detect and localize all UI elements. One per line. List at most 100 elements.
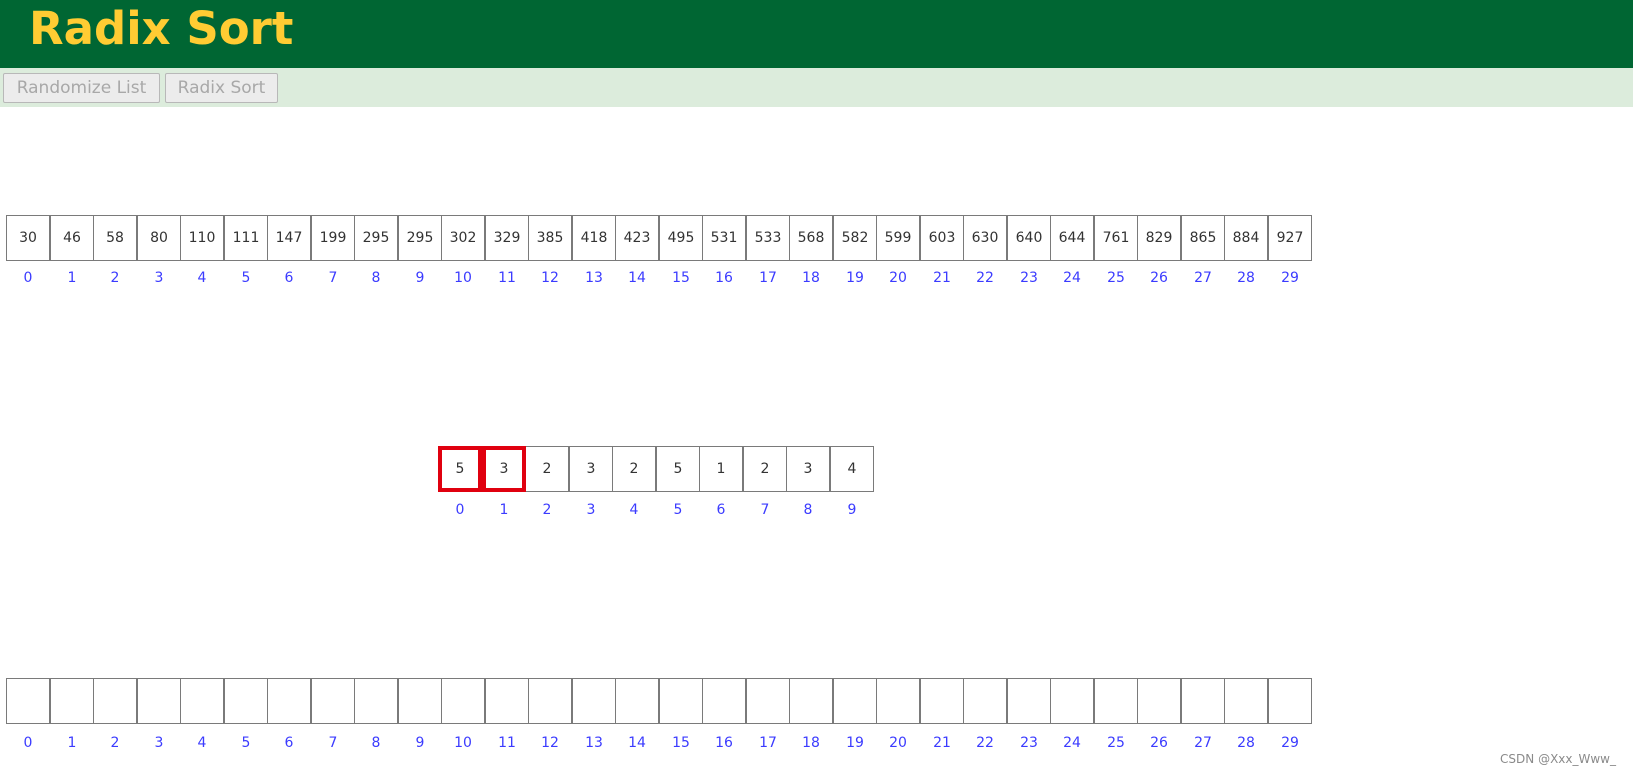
index-label: 6 bbox=[699, 502, 743, 518]
index-label: 22 bbox=[963, 270, 1007, 286]
index-label: 17 bbox=[746, 270, 790, 286]
index-label: 9 bbox=[398, 270, 442, 286]
output-cell bbox=[485, 678, 529, 724]
list-cell: 110 bbox=[180, 215, 224, 261]
list-cell: 533 bbox=[746, 215, 790, 261]
index-label: 1 bbox=[482, 502, 526, 518]
randomize-list-button[interactable]: Randomize List bbox=[3, 73, 160, 103]
index-label: 29 bbox=[1268, 270, 1312, 286]
output-cell bbox=[93, 678, 137, 724]
index-label: 25 bbox=[1094, 270, 1138, 286]
output-cell bbox=[789, 678, 833, 724]
output-cell bbox=[441, 678, 485, 724]
output-cell bbox=[1137, 678, 1181, 724]
index-label: 0 bbox=[6, 270, 50, 286]
index-label: 19 bbox=[833, 735, 877, 751]
index-label: 23 bbox=[1007, 735, 1051, 751]
list-cell: 865 bbox=[1181, 215, 1225, 261]
index-label: 26 bbox=[1137, 735, 1181, 751]
index-label: 5 bbox=[224, 270, 268, 286]
output-cell bbox=[398, 678, 442, 724]
index-label: 1 bbox=[50, 735, 94, 751]
list-cell: 884 bbox=[1224, 215, 1268, 261]
index-label: 18 bbox=[789, 735, 833, 751]
list-cell: 111 bbox=[224, 215, 268, 261]
count-cell: 2 bbox=[525, 446, 569, 492]
list-cell: 295 bbox=[354, 215, 398, 261]
list-cell: 418 bbox=[572, 215, 616, 261]
index-label: 14 bbox=[615, 270, 659, 286]
index-label: 2 bbox=[93, 735, 137, 751]
index-label: 12 bbox=[528, 735, 572, 751]
output-cell bbox=[354, 678, 398, 724]
index-label: 23 bbox=[1007, 270, 1051, 286]
count-cell: 3 bbox=[482, 446, 526, 492]
count-cell: 3 bbox=[569, 446, 613, 492]
index-label: 21 bbox=[920, 735, 964, 751]
index-label: 8 bbox=[786, 502, 830, 518]
list-cell: 58 bbox=[93, 215, 137, 261]
output-cell bbox=[833, 678, 877, 724]
index-label: 15 bbox=[659, 270, 703, 286]
index-label: 3 bbox=[569, 502, 613, 518]
list-cell: 630 bbox=[963, 215, 1007, 261]
index-label: 5 bbox=[656, 502, 700, 518]
index-label: 22 bbox=[963, 735, 1007, 751]
list-cell: 30 bbox=[6, 215, 50, 261]
list-cell: 582 bbox=[833, 215, 877, 261]
index-label: 13 bbox=[572, 270, 616, 286]
index-label: 29 bbox=[1268, 735, 1312, 751]
list-cell: 640 bbox=[1007, 215, 1051, 261]
index-label: 27 bbox=[1181, 735, 1225, 751]
index-label: 7 bbox=[311, 270, 355, 286]
output-cell bbox=[137, 678, 181, 724]
index-label: 0 bbox=[438, 502, 482, 518]
index-label: 8 bbox=[354, 735, 398, 751]
watermark: CSDN @Xxx_Www_ bbox=[1500, 752, 1616, 766]
output-cell bbox=[572, 678, 616, 724]
index-label: 19 bbox=[833, 270, 877, 286]
index-label: 2 bbox=[93, 270, 137, 286]
index-label: 27 bbox=[1181, 270, 1225, 286]
index-label: 5 bbox=[224, 735, 268, 751]
index-label: 9 bbox=[398, 735, 442, 751]
list-cell: 761 bbox=[1094, 215, 1138, 261]
output-cell bbox=[1094, 678, 1138, 724]
index-label: 1 bbox=[50, 270, 94, 286]
list-cell: 568 bbox=[789, 215, 833, 261]
page-title: Radix Sort bbox=[29, 2, 293, 56]
list-cell: 927 bbox=[1268, 215, 1312, 261]
index-label: 14 bbox=[615, 735, 659, 751]
output-cell bbox=[1181, 678, 1225, 724]
output-cell bbox=[876, 678, 920, 724]
output-cell bbox=[180, 678, 224, 724]
count-cell: 3 bbox=[786, 446, 830, 492]
output-cell bbox=[1268, 678, 1312, 724]
index-label: 17 bbox=[746, 735, 790, 751]
index-label: 11 bbox=[485, 270, 529, 286]
output-cell bbox=[224, 678, 268, 724]
index-label: 7 bbox=[311, 735, 355, 751]
index-label: 4 bbox=[180, 270, 224, 286]
output-cell bbox=[746, 678, 790, 724]
index-label: 2 bbox=[525, 502, 569, 518]
index-label: 16 bbox=[702, 270, 746, 286]
index-label: 0 bbox=[6, 735, 50, 751]
list-cell: 599 bbox=[876, 215, 920, 261]
output-cell bbox=[963, 678, 1007, 724]
count-cell: 5 bbox=[656, 446, 700, 492]
output-cell bbox=[615, 678, 659, 724]
count-cell: 2 bbox=[743, 446, 787, 492]
list-cell: 329 bbox=[485, 215, 529, 261]
radix-sort-button[interactable]: Radix Sort bbox=[165, 73, 278, 103]
toolbar: Randomize List Radix Sort bbox=[0, 68, 1633, 107]
index-label: 20 bbox=[876, 735, 920, 751]
index-label: 28 bbox=[1224, 735, 1268, 751]
index-label: 24 bbox=[1050, 270, 1094, 286]
list-cell: 199 bbox=[311, 215, 355, 261]
output-cell bbox=[1224, 678, 1268, 724]
output-cell bbox=[920, 678, 964, 724]
index-label: 6 bbox=[267, 735, 311, 751]
index-label: 9 bbox=[830, 502, 874, 518]
output-cell bbox=[311, 678, 355, 724]
